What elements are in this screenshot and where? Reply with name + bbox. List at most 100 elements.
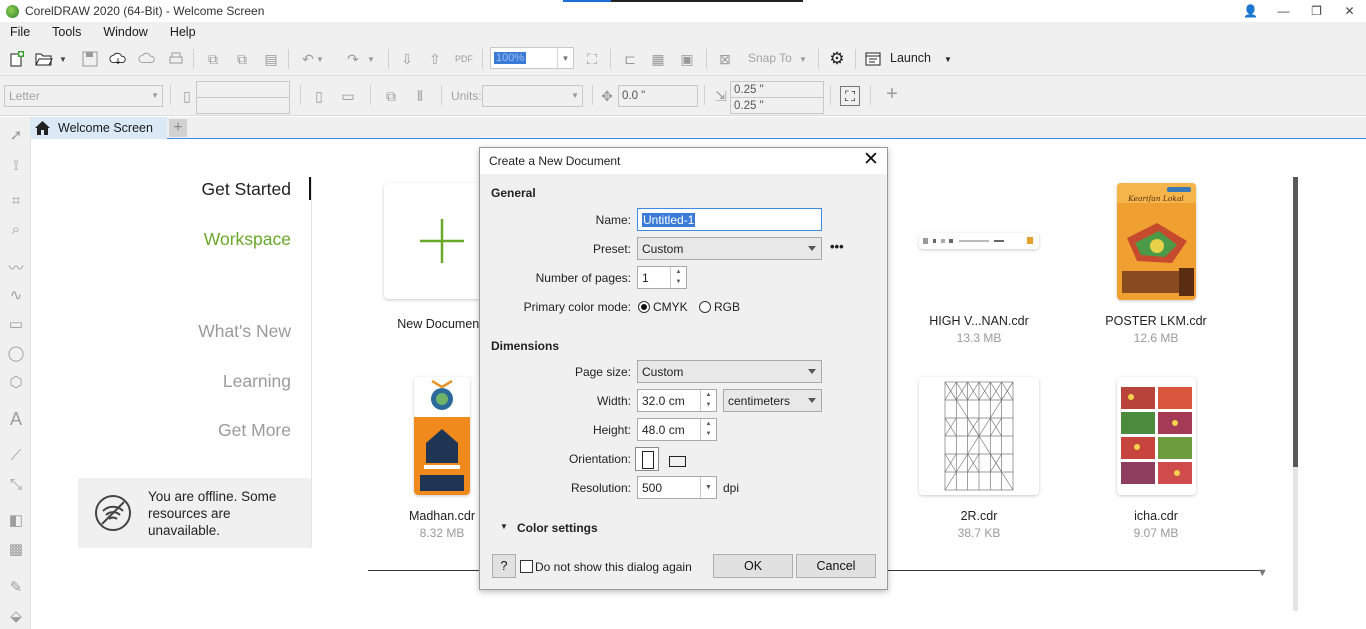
pick-tool-icon[interactable]: ➚ — [6, 125, 26, 145]
menu-file[interactable]: File — [0, 25, 41, 39]
all-pages-icon[interactable]: ⧉ — [382, 87, 400, 105]
nav-whats-new[interactable]: What's New — [198, 321, 291, 342]
page-size-dropdown[interactable]: Custom — [637, 360, 822, 383]
page-width-field[interactable] — [196, 81, 290, 98]
artistic-media-tool-icon[interactable]: ∿ — [6, 285, 26, 305]
launch-icon[interactable] — [864, 50, 882, 68]
minimize-button[interactable]: — — [1267, 0, 1300, 22]
close-button[interactable]: ✕ — [1333, 0, 1366, 22]
redo-dropdown-chevron-icon[interactable]: ▼ — [366, 50, 376, 68]
restore-button[interactable]: ❐ — [1300, 0, 1333, 22]
preset-options-more-icon[interactable]: ••• — [830, 239, 844, 254]
color-eyedropper-tool-icon[interactable]: ✎ — [6, 577, 26, 597]
parallel-dimension-tool-icon[interactable]: ⟋ — [6, 445, 26, 465]
units-dropdown[interactable]: centimeters — [723, 389, 822, 412]
polygon-tool-icon[interactable]: ⬡ — [6, 372, 26, 392]
transparency-tool-icon[interactable]: ▩ — [6, 539, 26, 559]
show-grid-icon[interactable]: ▦ — [649, 50, 667, 68]
ok-button[interactable]: OK — [713, 554, 793, 578]
snap-off-icon[interactable]: ⊠ — [716, 50, 734, 68]
recent-file-name[interactable]: POSTER LKM.cdr — [1086, 314, 1226, 328]
tab-welcome-screen[interactable]: Welcome Screen — [30, 117, 167, 139]
duplicate-y-field[interactable]: 0.25 " — [730, 97, 824, 114]
launch-dropdown-chevron-icon[interactable]: ▼ — [943, 50, 953, 68]
show-rulers-icon[interactable]: ⊏ — [621, 50, 639, 68]
preset-dropdown[interactable]: Custom — [637, 237, 822, 260]
cancel-button[interactable]: Cancel — [796, 554, 876, 578]
resolution-dropdown-button[interactable]: ▼ — [700, 477, 716, 498]
recent-file-thumbnail[interactable] — [1117, 377, 1196, 495]
nav-get-started[interactable]: Get Started — [202, 179, 292, 200]
recent-file-thumbnail[interactable] — [919, 377, 1039, 495]
redo-icon[interactable]: ↷ — [344, 50, 362, 68]
landscape-icon[interactable]: ▭ — [339, 87, 357, 105]
menu-tools[interactable]: Tools — [41, 25, 92, 39]
user-icon[interactable]: 👤 — [1234, 0, 1267, 22]
interactive-fill-tool-icon[interactable]: ⬙ — [6, 606, 26, 626]
portrait-orientation-icon[interactable] — [635, 447, 659, 471]
pages-spin-buttons[interactable]: ▲ ▼ — [670, 267, 686, 288]
import-icon[interactable]: ⇩ — [398, 50, 416, 68]
menu-window[interactable]: Window — [92, 25, 158, 39]
page-height-field[interactable] — [196, 97, 290, 114]
drop-shadow-tool-icon[interactable]: ◧ — [6, 510, 26, 530]
height-spin-buttons[interactable]: ▲ ▼ — [700, 419, 716, 440]
add-preset-plus-icon[interactable]: + — [883, 83, 901, 105]
connector-tool-icon[interactable]: ⤡ — [6, 474, 26, 494]
paste-icon[interactable]: ▤ — [262, 50, 280, 68]
recent-file-name[interactable]: icha.cdr — [1086, 509, 1226, 523]
dont-show-again-checkbox[interactable] — [520, 560, 533, 573]
cut-icon[interactable]: ⧉ — [204, 50, 222, 68]
portrait-icon[interactable]: ▯ — [310, 87, 328, 105]
menu-help[interactable]: Help — [159, 25, 207, 39]
duplicate-x-field[interactable]: 0.25 " — [730, 81, 824, 98]
page-size-dropdown[interactable]: Letter ▼ — [4, 85, 163, 107]
pages-stepper[interactable]: 1 ▲ ▼ — [637, 266, 687, 289]
resolution-combo[interactable]: 500 ▼ — [637, 476, 717, 499]
add-tab-button[interactable]: + — [169, 119, 187, 137]
crop-tool-icon[interactable]: ⌗ — [6, 190, 26, 210]
nav-learning[interactable]: Learning — [223, 371, 291, 392]
zoom-dropdown-chevron-icon[interactable]: ▼ — [557, 48, 573, 68]
current-page-icon[interactable]: ⫴ — [411, 87, 429, 105]
cmyk-radio[interactable] — [638, 301, 650, 313]
zoom-tool-icon[interactable]: ⌕ — [6, 219, 26, 239]
launch-button[interactable]: Launch — [890, 51, 931, 65]
treat-as-filled-icon[interactable]: ⛶ — [840, 86, 860, 106]
rectangle-tool-icon[interactable]: ▭ — [6, 314, 26, 334]
recent-file-name[interactable]: HIGH V...NAN.cdr — [909, 314, 1049, 328]
open-dropdown-chevron-icon[interactable]: ▼ — [58, 50, 68, 68]
nudge-distance-field[interactable]: 0.0 " — [618, 85, 698, 107]
recent-file-thumbnail[interactable] — [414, 377, 470, 495]
zoom-level-combo[interactable]: 100% ▼ — [490, 47, 574, 69]
undo-dropdown-chevron-icon[interactable]: ▼ — [315, 50, 325, 68]
dialog-close-icon[interactable]: ✕ — [861, 150, 881, 170]
name-input[interactable]: Untitled-1 — [637, 208, 822, 231]
export-pdf-icon[interactable]: PDF — [455, 50, 473, 68]
text-tool-icon[interactable]: A — [6, 409, 26, 429]
width-spin-buttons[interactable]: ▲ ▼ — [700, 390, 716, 411]
width-stepper[interactable]: 32.0 cm ▲ ▼ — [637, 389, 717, 412]
show-guidelines-icon[interactable]: ▣ — [678, 50, 696, 68]
nav-get-more[interactable]: Get More — [218, 420, 291, 441]
options-gear-icon[interactable]: ⚙ — [828, 49, 846, 68]
help-button[interactable]: ? — [492, 554, 516, 578]
new-document-icon[interactable] — [8, 50, 26, 68]
save-icon[interactable] — [81, 50, 99, 68]
print-icon[interactable] — [167, 50, 185, 68]
recent-file-thumbnail[interactable] — [919, 233, 1039, 249]
snap-to-label[interactable]: Snap To — [748, 51, 792, 65]
rgb-radio[interactable] — [699, 301, 711, 313]
freehand-tool-icon[interactable]: 〰 — [6, 257, 26, 277]
vertical-scrollbar-thumb[interactable] — [1293, 177, 1298, 467]
landscape-orientation-icon[interactable] — [669, 456, 686, 467]
height-stepper[interactable]: 48.0 cm ▲ ▼ — [637, 418, 717, 441]
color-settings-chevron-icon[interactable]: ▼ — [500, 522, 508, 531]
shape-tool-icon[interactable]: ⟟ — [6, 155, 26, 175]
units-dropdown[interactable]: ▼ — [482, 85, 583, 107]
nav-workspace[interactable]: Workspace — [204, 229, 291, 250]
recent-file-name[interactable]: 2R.cdr — [909, 509, 1049, 523]
cloud-upload-icon[interactable] — [138, 50, 156, 68]
ellipse-tool-icon[interactable]: ◯ — [6, 343, 26, 363]
open-folder-icon[interactable] — [35, 50, 53, 68]
